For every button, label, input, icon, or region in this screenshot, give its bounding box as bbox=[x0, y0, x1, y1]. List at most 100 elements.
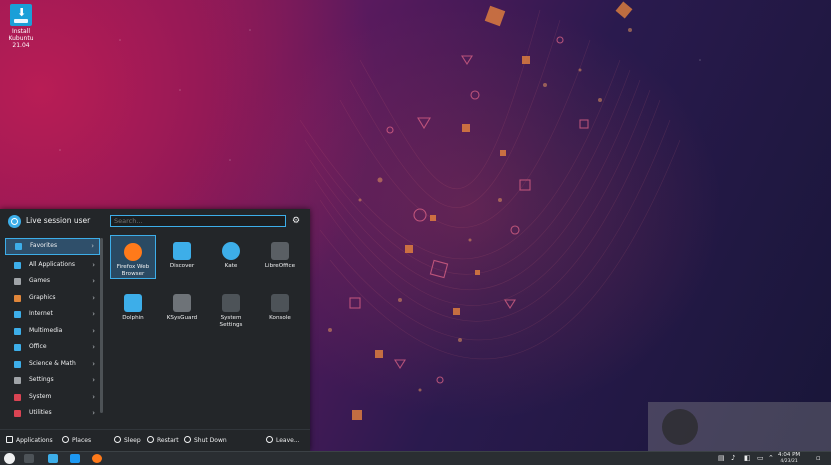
star-icon bbox=[15, 243, 22, 250]
dolphin-task-icon[interactable] bbox=[70, 454, 80, 463]
category-scrollbar[interactable] bbox=[100, 238, 103, 413]
app-tile[interactable]: System Settings bbox=[208, 287, 254, 331]
app-label: Konsole bbox=[269, 315, 291, 321]
chevron-right-icon: › bbox=[92, 326, 95, 335]
display-icon[interactable]: ▭ bbox=[757, 454, 764, 462]
install-kubuntu-desktop-icon[interactable]: ⬇ Install Kubuntu 21.04 bbox=[4, 4, 38, 49]
category-label: Science & Math bbox=[29, 359, 76, 367]
kde-launcher-icon[interactable] bbox=[4, 453, 15, 464]
user-name: Live session user bbox=[26, 216, 91, 225]
app-tile[interactable]: Discover bbox=[159, 235, 205, 279]
power-icon bbox=[184, 436, 191, 443]
menu-header: Live session user ⚙ bbox=[0, 209, 310, 234]
sleep-label: Sleep bbox=[124, 437, 141, 444]
category-item[interactable]: Internet › bbox=[5, 306, 100, 323]
konsole-icon bbox=[271, 294, 289, 312]
app-label-line2: Settings bbox=[219, 321, 243, 328]
category-item[interactable]: System › bbox=[5, 389, 100, 406]
configure-icon[interactable]: ⚙ bbox=[292, 216, 300, 226]
shutdown-button[interactable]: Shut Down bbox=[184, 436, 227, 444]
category-label: Multimedia bbox=[29, 326, 63, 334]
network-icon[interactable]: ◧ bbox=[744, 454, 751, 462]
app-label: Discover bbox=[169, 263, 195, 269]
app-tile[interactable]: Firefox Web Browser bbox=[110, 235, 156, 279]
category-item[interactable]: All Applications › bbox=[5, 257, 100, 274]
app-label: KSysGuard bbox=[166, 315, 198, 321]
category-list: Favorites › All Applications › Games › Graphic… bbox=[5, 238, 100, 422]
app-label: Dolphin bbox=[122, 315, 144, 321]
discover-icon bbox=[173, 242, 191, 260]
search-input[interactable] bbox=[110, 215, 286, 227]
watermark-logo-icon bbox=[662, 409, 698, 445]
app-label: Kate bbox=[224, 263, 238, 269]
desktop-icon-label-version: 21.04 bbox=[12, 42, 30, 49]
sleep-button[interactable]: Sleep bbox=[114, 436, 141, 444]
utilities-icon bbox=[14, 410, 21, 417]
app-tile[interactable]: Kate bbox=[208, 235, 254, 279]
leave-icon bbox=[266, 436, 273, 443]
app-label-line2: Browser bbox=[121, 270, 145, 277]
desktop-peek-icon[interactable]: ▫ bbox=[816, 454, 821, 462]
app-tile[interactable]: Dolphin bbox=[110, 287, 156, 331]
category-item[interactable]: Utilities › bbox=[5, 405, 100, 422]
app-tile[interactable]: KSysGuard bbox=[159, 287, 205, 331]
leave-button[interactable]: Leave... bbox=[266, 436, 300, 444]
category-label: Office bbox=[29, 343, 47, 350]
volume-icon[interactable]: ♪ bbox=[731, 454, 735, 462]
category-item[interactable]: Games › bbox=[5, 273, 100, 290]
moon-icon bbox=[114, 436, 121, 443]
chevron-right-icon: › bbox=[91, 242, 94, 250]
category-label: Favorites bbox=[30, 242, 58, 249]
category-label: Utilities bbox=[29, 409, 52, 416]
app-tile[interactable]: Konsole bbox=[257, 287, 303, 331]
gamepad-icon bbox=[14, 278, 21, 285]
user-avatar-icon[interactable] bbox=[8, 215, 21, 228]
chevron-right-icon: › bbox=[92, 392, 95, 401]
libreoffice-icon bbox=[271, 242, 289, 260]
category-label: Settings bbox=[29, 376, 54, 383]
chevron-right-icon: › bbox=[92, 310, 95, 318]
firefox-icon bbox=[124, 243, 142, 261]
category-item[interactable]: Multimedia › bbox=[5, 323, 100, 340]
office-icon bbox=[14, 344, 21, 351]
places-tab[interactable]: Places bbox=[62, 436, 91, 444]
dolphin-icon bbox=[124, 294, 142, 312]
restart-icon bbox=[147, 436, 154, 443]
category-item[interactable]: Graphics › bbox=[5, 290, 100, 307]
science-icon bbox=[14, 360, 21, 368]
category-item[interactable]: Office › bbox=[5, 339, 100, 356]
shutdown-label: Shut Down bbox=[194, 437, 227, 444]
taskbar-panel: ▤ ♪ ◧ ▭ ⌃ 4:04 PM 4/23/21 ▫ bbox=[0, 451, 831, 465]
places-tab-label: Places bbox=[72, 437, 92, 444]
leave-label: Leave... bbox=[276, 437, 300, 444]
category-item[interactable]: Science & Math › bbox=[5, 356, 100, 373]
application-launcher-menu: Live session user ⚙ Favorites›All Applic… bbox=[0, 209, 310, 451]
tray-expand-icon[interactable]: ⌃ bbox=[768, 454, 774, 462]
chevron-right-icon: › bbox=[92, 343, 95, 351]
category-label: Internet bbox=[29, 310, 53, 317]
clipboard-icon[interactable]: ▤ bbox=[718, 454, 725, 462]
system-icon bbox=[14, 393, 21, 401]
menu-footer: Applications Places Sleep Restart Shut D… bbox=[0, 429, 310, 452]
chevron-right-icon: › bbox=[92, 260, 95, 269]
category-item[interactable]: Favorites › bbox=[5, 238, 100, 255]
category-label: System bbox=[29, 392, 52, 400]
clock-date: 4/23/21 bbox=[780, 458, 798, 464]
restart-label: Restart bbox=[157, 437, 179, 444]
multimedia-icon bbox=[14, 327, 21, 335]
download-icon: ⬇ bbox=[10, 4, 32, 26]
clock-time: 4:04 PM bbox=[778, 452, 801, 458]
grid-icon bbox=[6, 436, 13, 443]
pager-icon[interactable] bbox=[24, 454, 34, 463]
app-tile[interactable]: LibreOffice bbox=[257, 235, 303, 279]
desktop-icon-label: Install Kubuntu bbox=[8, 28, 34, 42]
applications-tab[interactable]: Applications bbox=[6, 436, 53, 444]
restart-button[interactable]: Restart bbox=[147, 436, 179, 444]
category-item[interactable]: Settings › bbox=[5, 372, 100, 389]
firefox-task-icon[interactable] bbox=[92, 454, 102, 463]
graphics-icon bbox=[14, 294, 21, 302]
grid-icon bbox=[14, 261, 21, 269]
kate-icon bbox=[222, 242, 240, 260]
discover-task-icon[interactable] bbox=[48, 454, 58, 463]
digital-clock[interactable]: 4:04 PM 4/23/21 bbox=[778, 452, 800, 465]
